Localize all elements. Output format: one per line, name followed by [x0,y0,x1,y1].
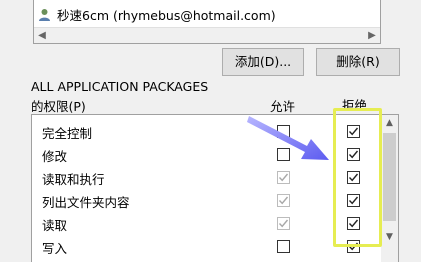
scroll-track[interactable] [50,28,364,43]
permission-name: 读取 [42,218,68,233]
user-name: 秒速6cm (rhymebus@hotmail.com) [57,8,276,23]
permission-row[interactable]: 列出文件夹内容 [32,188,382,211]
permission-row[interactable]: 读取 [32,211,382,234]
permission-row[interactable]: 写入 [32,234,382,257]
deny-checkbox[interactable] [347,148,360,161]
permissions-title-line2: 的权限(P) [31,99,86,114]
permissions-list[interactable]: 完全控制修改读取和执行列出文件夹内容 读取写入 ▲ ▼ [31,114,399,262]
allow-checkbox[interactable] [277,240,290,253]
permission-name: 读取和执行 [42,172,105,187]
permissions-title: ALL APPLICATION PACKAGES 的权限(P) [31,79,208,115]
user-list-box[interactable]: 秒速6cm (rhymebus@hotmail.com) ◀ ▶ [33,0,381,44]
deny-checkbox[interactable] [347,171,360,184]
column-header-allow: 允许 [270,99,296,114]
scroll-up-icon[interactable]: ▲ [381,115,398,132]
deny-checkbox[interactable] [347,125,360,138]
horizontal-scrollbar[interactable]: ◀ ▶ [34,27,380,43]
user-icon [38,8,51,21]
deny-checkbox[interactable] [347,217,360,230]
permission-name: 修改 [42,149,68,164]
scroll-right-icon[interactable]: ▶ [364,28,380,43]
permission-row[interactable]: 完全控制 [32,119,382,142]
permission-name: 完全控制 [42,126,93,141]
scroll-thumb[interactable] [383,133,396,221]
scroll-down-icon[interactable]: ▼ [381,229,398,246]
allow-checkbox[interactable] [277,171,290,184]
allow-checkbox[interactable] [277,148,290,161]
vertical-scrollbar[interactable]: ▲ ▼ [381,115,398,262]
allow-checkbox[interactable] [277,194,290,207]
add-button[interactable]: 添加(D)... [222,48,304,76]
column-header-deny: 拒绝 [342,98,368,113]
permission-row[interactable]: 修改 [32,142,382,165]
allow-checkbox[interactable] [277,217,290,230]
permission-name: 列出文件夹内容 [42,195,130,210]
scroll-left-icon[interactable]: ◀ [34,28,50,43]
permission-row[interactable]: 读取和执行 [32,165,382,188]
deny-checkbox[interactable] [347,194,360,207]
permissions-title-line1: ALL APPLICATION PACKAGES [31,79,209,94]
allow-checkbox[interactable] [277,125,290,138]
user-list-item[interactable]: 秒速6cm (rhymebus@hotmail.com) [38,5,276,24]
permission-name: 写入 [42,241,68,256]
remove-button[interactable]: 删除(R) [316,48,400,76]
deny-checkbox[interactable] [347,240,360,253]
